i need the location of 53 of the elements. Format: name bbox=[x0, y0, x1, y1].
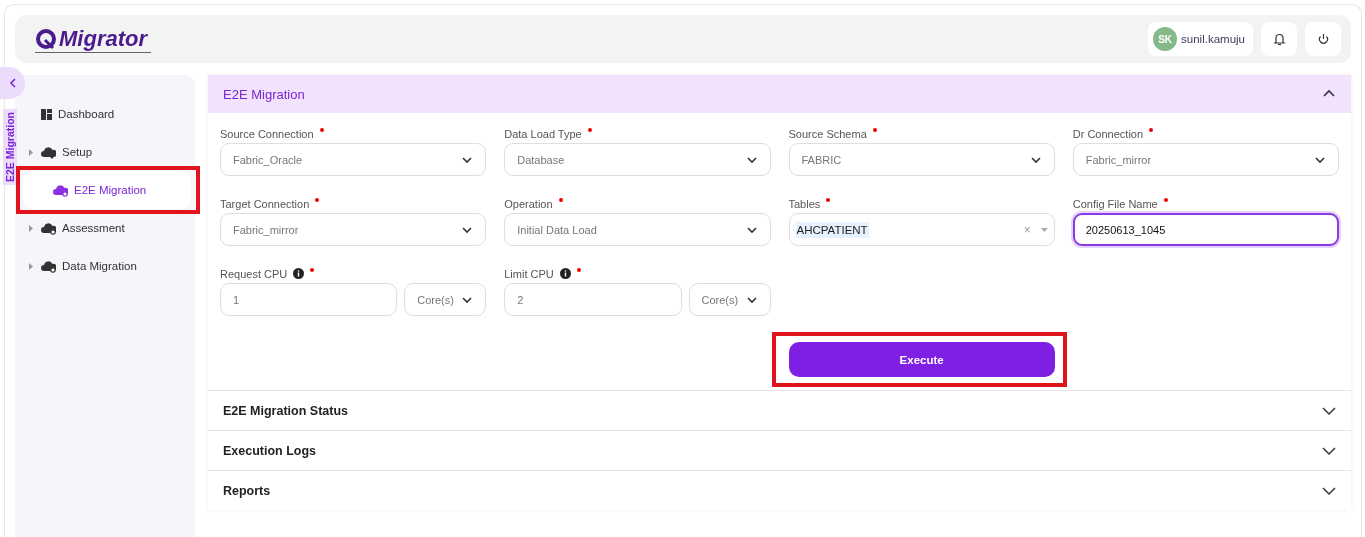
field-label: Config File Name bbox=[1072, 197, 1158, 210]
field-label: Request CPU bbox=[220, 267, 288, 280]
sidebar-item[interactable]: Dashboard bbox=[17, 95, 191, 133]
cloud-icon bbox=[53, 183, 68, 197]
field-label: Source Schema bbox=[788, 127, 867, 140]
section-header[interactable]: Reports bbox=[208, 470, 1351, 510]
chevron-down-icon bbox=[1322, 484, 1336, 497]
caret-down-icon bbox=[1040, 227, 1048, 232]
user-avatar: SK bbox=[1153, 27, 1178, 51]
dropdown-field[interactable]: Fabric_Oracle bbox=[220, 143, 487, 176]
section-header[interactable]: E2E Migration Status bbox=[208, 390, 1351, 430]
text-input-field[interactable]: 20250613_1045 bbox=[1072, 213, 1339, 246]
unit-dropdown[interactable]: Core(s) bbox=[404, 283, 487, 316]
user-menu[interactable]: SK sunil.kamuju bbox=[1148, 22, 1253, 56]
dropdown-field[interactable]: Initial Data Load bbox=[504, 213, 771, 246]
app-logo: Migrator bbox=[35, 25, 151, 53]
sidebar-item[interactable]: Assessment bbox=[17, 209, 191, 247]
logo-mark-icon bbox=[35, 27, 57, 50]
notifications-button[interactable] bbox=[1261, 22, 1297, 56]
dashboard-icon bbox=[41, 108, 52, 120]
chevron-down-icon bbox=[1322, 444, 1336, 457]
field-label: Dr Connection bbox=[1072, 127, 1144, 140]
cloud-icon bbox=[41, 145, 56, 159]
dropdown-field[interactable]: FABRIC bbox=[788, 143, 1055, 176]
panel-header[interactable]: E2E Migration bbox=[208, 75, 1351, 113]
logout-button[interactable] bbox=[1305, 22, 1341, 56]
field-label: Operation bbox=[504, 197, 553, 210]
selected-tag: AHCPATIENT bbox=[795, 221, 869, 238]
section-header[interactable]: Execution Logs bbox=[208, 430, 1351, 470]
multiselect-field[interactable]: AHCPATIENT × bbox=[788, 213, 1055, 246]
user-name: sunil.kamuju bbox=[1181, 33, 1245, 45]
field-label: Target Connection bbox=[220, 197, 310, 210]
chevron-down-icon bbox=[1322, 404, 1336, 417]
number-input-field[interactable]: 2 bbox=[504, 283, 682, 316]
sidebar-item[interactable]: E2E Migration bbox=[23, 171, 191, 209]
sidebar-item[interactable]: Setup bbox=[17, 133, 191, 171]
unit-dropdown[interactable]: Core(s) bbox=[688, 283, 771, 316]
power-icon bbox=[1316, 32, 1330, 46]
execute-button[interactable]: Execute bbox=[788, 342, 1055, 377]
field-label: Tables bbox=[788, 197, 821, 210]
cloud-icon bbox=[41, 221, 56, 235]
collapse-sidebar-button[interactable] bbox=[0, 67, 25, 99]
field-label: Limit CPU bbox=[504, 267, 554, 280]
dropdown-field[interactable]: Fabric_mirror bbox=[220, 213, 487, 246]
sidebar-item[interactable]: Data Migration bbox=[17, 247, 191, 285]
dropdown-field[interactable]: Fabric_mirror bbox=[1072, 143, 1339, 176]
cloud-icon bbox=[41, 259, 56, 273]
dropdown-field[interactable]: Database bbox=[504, 143, 771, 176]
bell-icon bbox=[1272, 32, 1286, 46]
number-input-field[interactable]: 1 bbox=[220, 283, 398, 316]
field-label: Source Connection bbox=[220, 127, 314, 140]
field-label: Data Load Type bbox=[504, 127, 582, 140]
chevron-left-icon bbox=[8, 78, 17, 88]
